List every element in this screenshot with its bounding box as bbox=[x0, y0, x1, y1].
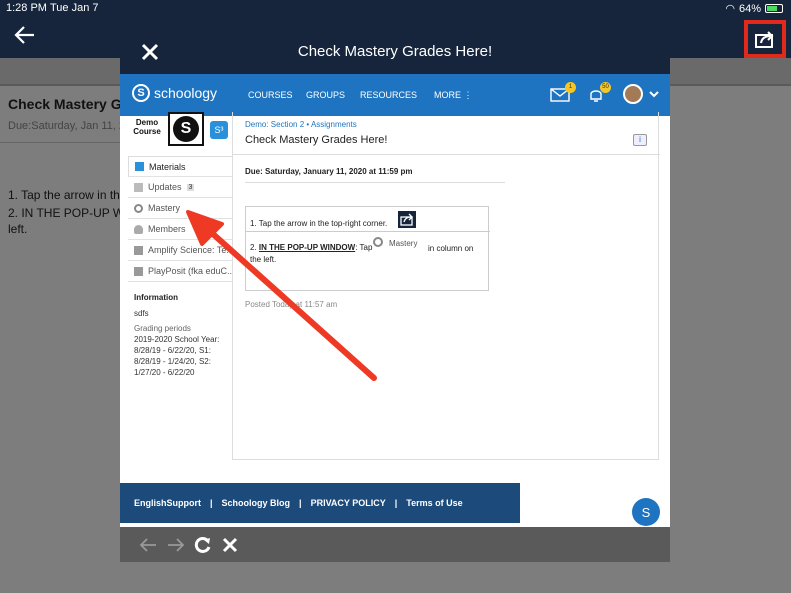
background-due: Due:Saturday, Jan 11, 2 bbox=[8, 120, 126, 132]
app-icon bbox=[134, 245, 143, 255]
schoology-nav: S schoology COURSES GROUPS RESOURCES MOR… bbox=[120, 74, 670, 116]
wifi-icon: ◠ bbox=[725, 3, 735, 15]
course-app-icon[interactable]: S³ bbox=[210, 121, 228, 139]
close-icon[interactable] bbox=[220, 535, 240, 555]
notification-badge: 50 bbox=[600, 82, 611, 93]
course-logo: S bbox=[168, 112, 204, 146]
footer-separator: | bbox=[394, 498, 398, 508]
background-step2-cont: left. bbox=[8, 222, 28, 236]
open-external-button[interactable] bbox=[744, 20, 786, 58]
modal-title: Check Mastery Grades Here! bbox=[297, 43, 493, 60]
mail-badge: 1 bbox=[565, 82, 576, 93]
information-heading: Information bbox=[134, 293, 178, 302]
schoology-logo-icon: S bbox=[132, 84, 150, 102]
footer-link-englishsupport[interactable]: EnglishSupport bbox=[134, 498, 201, 508]
modal-header: Check Mastery Grades Here! bbox=[120, 30, 670, 74]
breadcrumb[interactable]: Demo: Section 2 • Assignments bbox=[245, 120, 357, 129]
footer-separator: | bbox=[299, 498, 302, 508]
updates-count: 3 bbox=[186, 183, 195, 191]
nav-groups[interactable]: GROUPS bbox=[306, 90, 345, 100]
assignment-title: Check Mastery Grades Here! bbox=[245, 134, 388, 146]
sidebar-item-label: Mastery bbox=[148, 203, 181, 213]
browser-forward-icon[interactable] bbox=[166, 535, 186, 555]
materials-icon bbox=[135, 162, 144, 171]
chat-button[interactable]: S bbox=[632, 498, 660, 526]
status-date: Tue Jan 7 bbox=[50, 2, 99, 14]
app-icon bbox=[134, 266, 143, 276]
status-right: ◠ 64% bbox=[725, 2, 783, 15]
divider bbox=[245, 182, 505, 183]
share-icon bbox=[755, 31, 774, 48]
nav-more[interactable]: MORE ⋮ bbox=[434, 90, 473, 101]
share-icon bbox=[398, 211, 416, 228]
course-header: Demo Course S S³ bbox=[128, 112, 228, 152]
back-arrow-icon[interactable] bbox=[12, 22, 38, 48]
due-date: Due: Saturday, January 11, 2020 at 11:59… bbox=[245, 167, 413, 176]
footer-separator: | bbox=[210, 498, 213, 508]
course-name: Demo Course bbox=[133, 118, 161, 136]
members-icon bbox=[134, 224, 143, 234]
browser-controls bbox=[120, 527, 670, 562]
background-step2: 2. IN THE POP-UP W bbox=[8, 206, 125, 220]
updates-icon bbox=[134, 182, 143, 192]
sidebar-item-materials[interactable]: Materials bbox=[128, 156, 232, 177]
background-divider bbox=[0, 142, 120, 143]
schoology-logo[interactable]: S schoology bbox=[132, 84, 217, 102]
browser-back-icon[interactable] bbox=[138, 535, 158, 555]
reload-icon[interactable] bbox=[193, 535, 213, 555]
instruction-step-2-end: in column on bbox=[428, 244, 474, 253]
info-button[interactable]: i bbox=[633, 134, 647, 146]
background-step1: 1. Tap the arrow in th bbox=[8, 188, 120, 202]
status-time: 1:28 PM bbox=[6, 2, 47, 14]
schoology-logo-text: schoology bbox=[154, 85, 218, 101]
annotation-arrow-icon bbox=[186, 210, 377, 381]
information-value: sdfs bbox=[134, 309, 149, 318]
avatar[interactable] bbox=[623, 84, 643, 104]
nav-resources[interactable]: RESOURCES bbox=[360, 90, 417, 100]
nav-courses[interactable]: COURSES bbox=[248, 90, 293, 100]
footer-link-terms[interactable]: Terms of Use bbox=[406, 498, 462, 508]
mastery-icon bbox=[134, 203, 143, 213]
sidebar-item-label: Updates bbox=[148, 182, 182, 192]
sidebar-item-updates[interactable]: Updates 3 bbox=[128, 177, 232, 198]
divider bbox=[233, 154, 660, 155]
chevron-down-icon[interactable] bbox=[648, 88, 660, 100]
footer-link-privacy[interactable]: PRIVACY POLICY bbox=[311, 498, 386, 508]
battery-icon bbox=[765, 4, 783, 13]
battery-percent: 64% bbox=[738, 2, 761, 15]
mastery-label: Mastery bbox=[389, 239, 418, 248]
footer: EnglishSupport | Schoology Blog | PRIVAC… bbox=[120, 483, 520, 523]
sidebar-item-label: Materials bbox=[149, 161, 186, 172]
footer-link-blog[interactable]: Schoology Blog bbox=[222, 498, 291, 508]
